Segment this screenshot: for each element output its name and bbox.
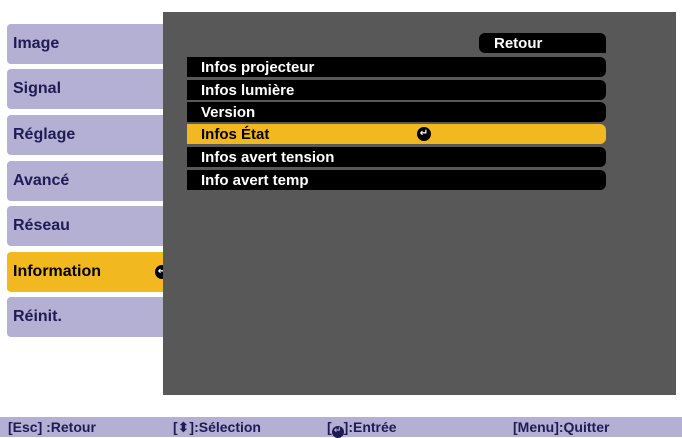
- sidebar-item-reglage[interactable]: Réglage: [7, 115, 177, 155]
- sidebar-item-label: Réseau: [13, 217, 70, 234]
- sidebar-item-label: Réinit.: [13, 308, 62, 325]
- sidebar-item-label: Information: [13, 263, 101, 280]
- menu-item-info-avert-temp[interactable]: Info avert temp: [187, 170, 606, 190]
- help-selection: [⬍]:Sélection: [173, 419, 261, 436]
- enter-icon: ↵: [417, 127, 431, 141]
- help-entree: [↵]:Entrée: [327, 419, 397, 438]
- enter-icon: ↵: [331, 425, 344, 438]
- sidebar-item-reseau[interactable]: Réseau: [7, 206, 177, 246]
- menu-item-infos-avert-tension[interactable]: Infos avert tension: [187, 147, 606, 167]
- menu-item-infos-lumiere[interactable]: Infos lumière: [187, 80, 606, 100]
- sidebar-item-image[interactable]: Image: [7, 24, 177, 64]
- sidebar-item-label: Signal: [13, 80, 62, 97]
- help-entree-label: ]:Entrée: [343, 419, 397, 435]
- menu-item-version[interactable]: Version: [187, 102, 606, 122]
- sidebar-item-label: Avancé: [13, 172, 70, 189]
- back-button[interactable]: Retour: [479, 33, 606, 53]
- menu-item-infos-etat[interactable]: Infos État ↵: [187, 124, 606, 144]
- sidebar-item-avance[interactable]: Avancé: [7, 161, 177, 201]
- help-esc-retour: [Esc] :Retour: [8, 419, 96, 435]
- help-selection-label: ]:Sélection: [189, 419, 261, 435]
- help-bracket: [: [327, 419, 332, 435]
- sidebar-item-label: Image: [13, 35, 60, 52]
- sidebar-item-signal[interactable]: Signal: [7, 69, 177, 109]
- up-down-arrows-icon: ⬍: [177, 419, 190, 435]
- help-menu-quitter: [Menu]:Quitter: [513, 419, 610, 435]
- menu-item-label: Info avert temp: [201, 171, 309, 189]
- menu-item-label: Infos État: [201, 125, 270, 143]
- sidebar-item-label: Réglage: [13, 126, 76, 143]
- menu-item-label: Infos lumière: [201, 81, 295, 99]
- menu-item-infos-projecteur[interactable]: Infos projecteur: [187, 57, 606, 77]
- menu-item-label: Version: [201, 103, 256, 121]
- menu-item-label: Infos avert tension: [201, 148, 335, 166]
- menu-item-label: Infos projecteur: [201, 58, 315, 76]
- sidebar-item-information[interactable]: Information ↵: [7, 252, 177, 292]
- sidebar-item-reinit[interactable]: Réinit.: [7, 297, 177, 337]
- help-bar: [Esc] :Retour [⬍]:Sélection [↵]:Entrée […: [0, 417, 682, 438]
